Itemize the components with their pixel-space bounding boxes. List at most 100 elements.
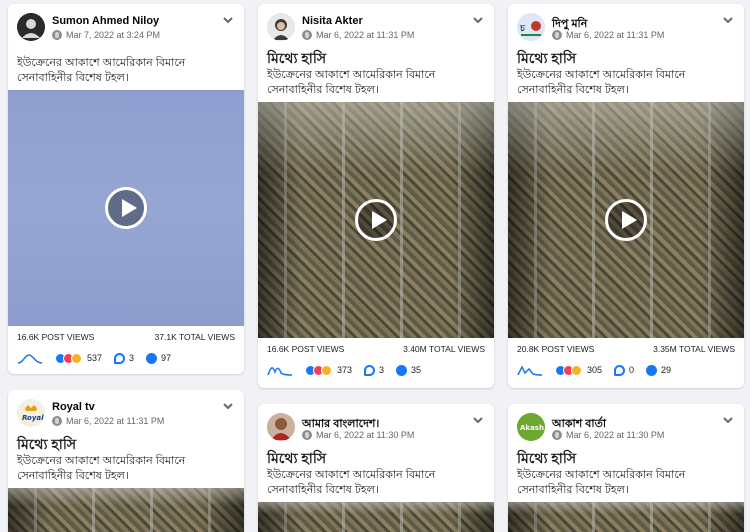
post-meta: Mar 6, 2022 at 11:31 PM — [52, 416, 164, 426]
sparkline-icon — [517, 365, 543, 376]
globe-icon — [302, 430, 312, 440]
akash-logo: Akash — [520, 424, 544, 432]
post-views: 16.6K POST VIEWS — [17, 332, 95, 342]
comment-count[interactable]: 3 — [129, 353, 134, 363]
avatar[interactable]: চ — [517, 13, 545, 41]
post-title: মিথ্যে হাসি — [267, 450, 327, 466]
post-card[interactable]: Nisita Akter Mar 6, 2022 at 11:31 PM মিথ… — [258, 4, 494, 388]
post-time[interactable]: Mar 6, 2022 at 11:30 PM — [316, 430, 414, 440]
chevron-down-icon[interactable] — [222, 14, 234, 26]
reaction-count[interactable]: 305 — [587, 365, 602, 375]
chevron-down-icon[interactable] — [722, 414, 734, 426]
view-stats: 16.6K POST VIEWS 37.1K TOTAL VIEWS — [8, 332, 244, 342]
post-text: ইউক্রেনের আকাশে আমেরিকান বিমানে সেনাবাহি… — [17, 57, 186, 84]
haha-icon — [571, 364, 582, 376]
comment-count[interactable]: 3 — [379, 365, 384, 375]
globe-icon — [552, 30, 562, 40]
comment-icon — [114, 352, 126, 364]
post-header: Akash আকাশ বার্তা Mar 6, 2022 at 11:30 P… — [508, 404, 744, 444]
post-card[interactable]: Sumon Ahmed Niloy Mar 7, 2022 at 3:24 PM… — [8, 4, 244, 374]
total-views: 3.35M TOTAL VIEWS — [653, 344, 735, 354]
post-card[interactable]: Akash আকাশ বার্তা Mar 6, 2022 at 11:30 P… — [508, 404, 744, 532]
view-stats: 20.8K POST VIEWS 3.35M TOTAL VIEWS — [508, 344, 744, 354]
post-card[interactable]: আমার বাংলাদেশ। Mar 6, 2022 at 11:30 PM ম… — [258, 404, 494, 532]
royal-logo: Royal — [22, 414, 44, 422]
sparkline-icon — [17, 354, 43, 364]
post-title: মিথ্যে হাসি — [17, 436, 77, 452]
post-meta: Mar 6, 2022 at 11:31 PM — [552, 30, 664, 40]
play-button[interactable] — [605, 199, 647, 241]
haha-icon — [71, 352, 82, 364]
post-time[interactable]: Mar 7, 2022 at 3:24 PM — [66, 30, 160, 40]
post-meta: Mar 7, 2022 at 3:24 PM — [52, 30, 160, 40]
post-text: ইউক্রেনের আকাশে আমেরিকান বিমানে সেনাবাহি… — [267, 469, 436, 496]
post-time[interactable]: Mar 6, 2022 at 11:31 PM — [316, 30, 414, 40]
post-header: Royal Royal tv Mar 6, 2022 at 11:31 PM — [8, 390, 244, 430]
reaction-icons — [555, 364, 582, 376]
avatar[interactable]: Royal — [17, 399, 45, 427]
reaction-count[interactable]: 537 — [87, 353, 102, 363]
share-count[interactable]: 35 — [411, 365, 421, 375]
post-time[interactable]: Mar 6, 2022 at 11:30 PM — [566, 430, 664, 440]
video-thumbnail[interactable] — [8, 90, 244, 326]
chevron-down-icon[interactable] — [222, 400, 234, 412]
play-button[interactable] — [355, 199, 397, 241]
reaction-icons — [305, 364, 332, 376]
post-text: ইউক্রেনের আকাশে আমেরিকান বিমানে সেনাবাহি… — [517, 69, 686, 96]
share-icon — [646, 364, 658, 376]
chevron-down-icon[interactable] — [472, 14, 484, 26]
video-thumbnail[interactable] — [8, 488, 244, 532]
haha-icon — [321, 364, 332, 376]
post-time[interactable]: Mar 6, 2022 at 11:31 PM — [66, 416, 164, 426]
post-header: Nisita Akter Mar 6, 2022 at 11:31 PM — [258, 4, 494, 44]
comment-icon — [364, 364, 376, 376]
post-text: ইউক্রেনের আকাশে আমেরিকান বিমানে সেনাবাহি… — [17, 455, 186, 482]
post-card[interactable]: Royal Royal tv Mar 6, 2022 at 11:31 PM ম… — [8, 390, 244, 532]
sparkline-icon — [267, 367, 293, 376]
avatar[interactable] — [267, 413, 295, 441]
post-time[interactable]: Mar 6, 2022 at 11:31 PM — [566, 30, 664, 40]
video-thumbnail[interactable] — [508, 102, 744, 338]
engagement-row: 537 3 97 — [8, 348, 244, 368]
post-card[interactable]: চ দিপু মনি Mar 6, 2022 at 11:31 PM মিথ্য… — [508, 4, 744, 388]
play-button[interactable] — [105, 187, 147, 229]
post-meta: Mar 6, 2022 at 11:31 PM — [302, 30, 414, 40]
post-header: Sumon Ahmed Niloy Mar 7, 2022 at 3:24 PM — [8, 4, 244, 44]
share-icon — [396, 364, 408, 376]
avatar[interactable] — [17, 13, 45, 41]
share-icon — [146, 352, 158, 364]
reaction-count[interactable]: 373 — [337, 365, 352, 375]
post-meta: Mar 6, 2022 at 11:30 PM — [552, 430, 664, 440]
post-text: ইউক্রেনের আকাশে আমেরিকান বিমানে সেনাবাহি… — [267, 69, 436, 96]
post-header: চ দিপু মনি Mar 6, 2022 at 11:31 PM — [508, 4, 744, 44]
post-title: মিথ্যে হাসি — [517, 50, 577, 66]
post-text: ইউক্রেনের আকাশে আমেরিকান বিমানে সেনাবাহি… — [517, 469, 686, 496]
author-name[interactable]: Royal tv — [52, 401, 95, 413]
post-title: মিথ্যে হাসি — [267, 50, 327, 66]
comment-icon — [614, 364, 626, 376]
post-views: 16.6K POST VIEWS — [267, 344, 345, 354]
post-header: আমার বাংলাদেশ। Mar 6, 2022 at 11:30 PM — [258, 404, 494, 444]
globe-icon — [52, 30, 62, 40]
chevron-down-icon[interactable] — [722, 14, 734, 26]
video-thumbnail[interactable] — [258, 502, 494, 532]
avatar[interactable]: Akash — [517, 413, 545, 441]
globe-icon — [52, 416, 62, 426]
chevron-down-icon[interactable] — [472, 414, 484, 426]
post-title: মিথ্যে হাসি — [517, 450, 577, 466]
total-views: 37.1K TOTAL VIEWS — [154, 332, 235, 342]
post-meta: Mar 6, 2022 at 11:30 PM — [302, 430, 414, 440]
share-count[interactable]: 29 — [661, 365, 671, 375]
avatar[interactable] — [267, 13, 295, 41]
post-views: 20.8K POST VIEWS — [517, 344, 595, 354]
comment-count[interactable]: 0 — [629, 365, 634, 375]
author-name[interactable]: Sumon Ahmed Niloy — [52, 15, 159, 27]
author-name[interactable]: Nisita Akter — [302, 15, 363, 27]
video-thumbnail[interactable] — [508, 502, 744, 532]
video-thumbnail[interactable] — [258, 102, 494, 338]
engagement-row: 305 0 29 — [508, 360, 744, 380]
total-views: 3.40M TOTAL VIEWS — [403, 344, 485, 354]
view-stats: 16.6K POST VIEWS 3.40M TOTAL VIEWS — [258, 344, 494, 354]
share-count[interactable]: 97 — [161, 353, 171, 363]
globe-icon — [302, 30, 312, 40]
